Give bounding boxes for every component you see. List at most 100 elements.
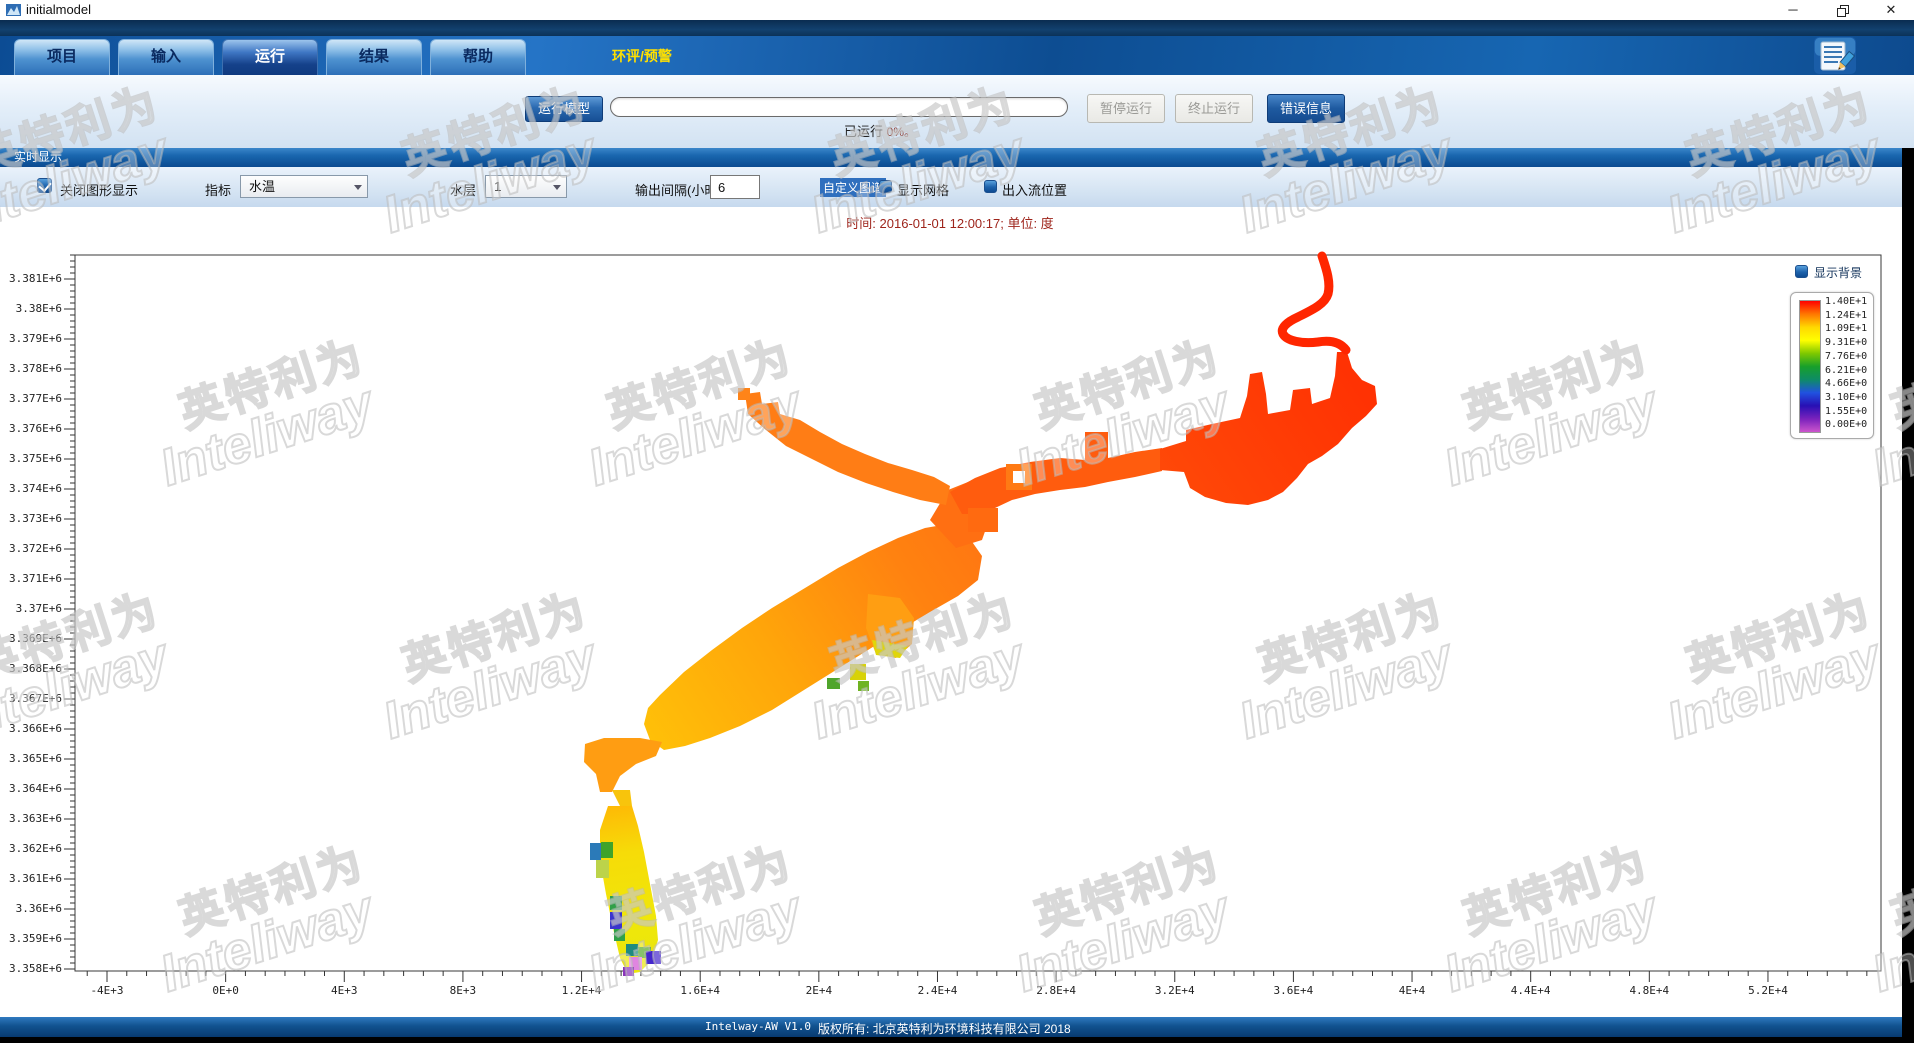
minimize-button[interactable]: ─ (1778, 0, 1808, 20)
menu-tab-1[interactable]: 输入 (118, 39, 214, 75)
run-progress-bar (610, 97, 1068, 117)
run-toolbar: 运行模型 已运行 0%。 暂停运行 终止运行 错误信息 (0, 75, 1914, 148)
color-scale-legend: 1.40E+1 1.24E+1 1.09E+1 9.31E+0 7.76E+0 6.21E… (1790, 292, 1874, 439)
indicator-value: 水温 (249, 179, 275, 194)
y-axis-label: 3.359E+6 (0, 932, 62, 945)
x-axis-label: 4E+4 (1372, 984, 1452, 997)
menu-tab-4[interactable]: 帮助 (430, 39, 526, 75)
y-axis-label: 3.374E+6 (0, 482, 62, 495)
legend-value: 1.24E+1 (1825, 310, 1873, 321)
run-status-prefix: 已运行 (844, 124, 883, 139)
y-axis-label: 3.376E+6 (0, 422, 62, 435)
close-button[interactable]: ✕ (1876, 0, 1906, 20)
title-bar: initialmodel ─ ✕ (0, 0, 1914, 20)
x-axis-label: 3.6E+4 (1253, 984, 1333, 997)
realtime-section-header: 实时显示 (0, 148, 1902, 167)
y-axis-label: 3.375E+6 (0, 452, 62, 465)
x-axis-label: 2E+4 (779, 984, 859, 997)
status-bar: Intelway-AW V1.0 版权所有: 北京英特利为环境科技有限公司 20… (0, 1017, 1902, 1037)
close-graphics-label: 关闭图形显示 (60, 180, 138, 199)
y-axis-label: 3.362E+6 (0, 842, 62, 855)
header-strip (0, 20, 1914, 36)
inout-flow-label: 出入流位置 (1002, 180, 1067, 199)
y-axis-label: 3.381E+6 (0, 272, 62, 285)
y-axis-label: 3.378E+6 (0, 362, 62, 375)
output-interval-label: 输出间隔(小时) (635, 180, 722, 199)
show-background-label: 显示背景 (1814, 264, 1862, 281)
legend-value: 4.66E+0 (1825, 378, 1873, 389)
legend-gradient-bar (1799, 300, 1821, 433)
restore-icon (1837, 5, 1849, 17)
inout-flow-checkbox[interactable] (984, 180, 997, 193)
copyright-text: 版权所有: 北京英特利为环境科技有限公司 2018 (818, 1020, 1071, 1037)
custom-palette-button[interactable]: 自定义图谱 (820, 178, 886, 197)
chevron-down-icon (354, 185, 362, 190)
menu-tab-0[interactable]: 项目 (14, 39, 110, 75)
chevron-down-icon (553, 185, 561, 190)
layer-select[interactable]: 1 (485, 175, 567, 198)
run-status-text: 已运行 0%。 (780, 121, 980, 140)
x-axis-label: -4E+3 (67, 984, 147, 997)
y-axis-label: 3.361E+6 (0, 872, 62, 885)
x-axis-label: 1.6E+4 (660, 984, 740, 997)
realtime-controls: 关闭图形显示 指标 水温 水层 1 输出间隔(小时) 自定义图谱 显示网格 出入… (0, 167, 1902, 207)
pause-run-button[interactable]: 暂停运行 (1087, 94, 1165, 123)
y-axis-label: 3.363E+6 (0, 812, 62, 825)
screen-edge-right (1902, 148, 1914, 1043)
legend-value: 7.76E+0 (1825, 351, 1873, 362)
legend-value: 1.40E+1 (1825, 296, 1873, 307)
restore-button[interactable] (1828, 0, 1858, 20)
y-axis-label: 3.372E+6 (0, 542, 62, 555)
y-axis-label: 3.366E+6 (0, 722, 62, 735)
close-graphics-checkbox[interactable] (37, 178, 52, 193)
y-axis-label: 3.358E+6 (0, 962, 62, 975)
y-axis-label: 3.373E+6 (0, 512, 62, 525)
x-axis-label: 4.4E+4 (1491, 984, 1571, 997)
env-alert-menu[interactable]: 环评/预警 (612, 46, 672, 66)
legend-value: 1.09E+1 (1825, 323, 1873, 334)
legend-value: 9.31E+0 (1825, 337, 1873, 348)
y-axis-label: 3.365E+6 (0, 752, 62, 765)
chart-time-label: 时间: 2016-01-01 12:00:17; 单位: 度 (0, 213, 1900, 232)
layer-value: 1 (494, 179, 501, 194)
y-axis-label: 3.37E+6 (0, 602, 62, 615)
x-axis-label: 2.8E+4 (1016, 984, 1096, 997)
notepad-pencil-icon[interactable] (1812, 37, 1858, 74)
x-axis-label: 2.4E+4 (897, 984, 977, 997)
y-axis-label: 3.371E+6 (0, 572, 62, 585)
y-axis-label: 3.377E+6 (0, 392, 62, 405)
x-axis-label: 5.2E+4 (1728, 984, 1808, 997)
show-grid-checkbox[interactable] (879, 180, 892, 193)
menu-bar: 项目输入运行结果帮助 环评/预警 (0, 36, 1914, 75)
x-axis-label: 3.2E+4 (1135, 984, 1215, 997)
layer-label: 水层 (450, 180, 476, 199)
y-axis-label: 3.369E+6 (0, 632, 62, 645)
legend-value: 6.21E+0 (1825, 365, 1873, 376)
legend-value: 3.10E+0 (1825, 392, 1873, 403)
x-axis-label: 4.8E+4 (1609, 984, 1689, 997)
legend-value: 1.55E+0 (1825, 406, 1873, 417)
x-axis-label: 0E+0 (186, 984, 266, 997)
run-status-value: 0%。 (887, 125, 916, 139)
show-background-checkbox[interactable] (1795, 265, 1808, 278)
x-axis-label: 8E+3 (423, 984, 503, 997)
menu-tab-2[interactable]: 运行 (222, 39, 318, 75)
stop-run-button[interactable]: 终止运行 (1175, 94, 1253, 123)
output-interval-input[interactable] (710, 175, 760, 199)
indicator-select[interactable]: 水温 (240, 175, 368, 198)
legend-value: 0.00E+0 (1825, 419, 1873, 430)
indicator-label: 指标 (205, 180, 231, 199)
y-axis-label: 3.367E+6 (0, 692, 62, 705)
app-version-text: Intelway-AW V1.0 (705, 1020, 811, 1033)
menu-tab-3[interactable]: 结果 (326, 39, 422, 75)
run-model-button[interactable]: 运行模型 (525, 96, 603, 122)
screen-edge-bottom (0, 1037, 1914, 1043)
error-info-button[interactable]: 错误信息 (1267, 94, 1345, 123)
y-axis-label: 3.36E+6 (0, 902, 62, 915)
y-axis-label: 3.364E+6 (0, 782, 62, 795)
chart-background (0, 207, 1902, 1017)
app-logo-icon (6, 3, 21, 17)
x-axis-label: 1.2E+4 (542, 984, 622, 997)
y-axis-label: 3.368E+6 (0, 662, 62, 675)
show-grid-label: 显示网格 (897, 180, 949, 199)
